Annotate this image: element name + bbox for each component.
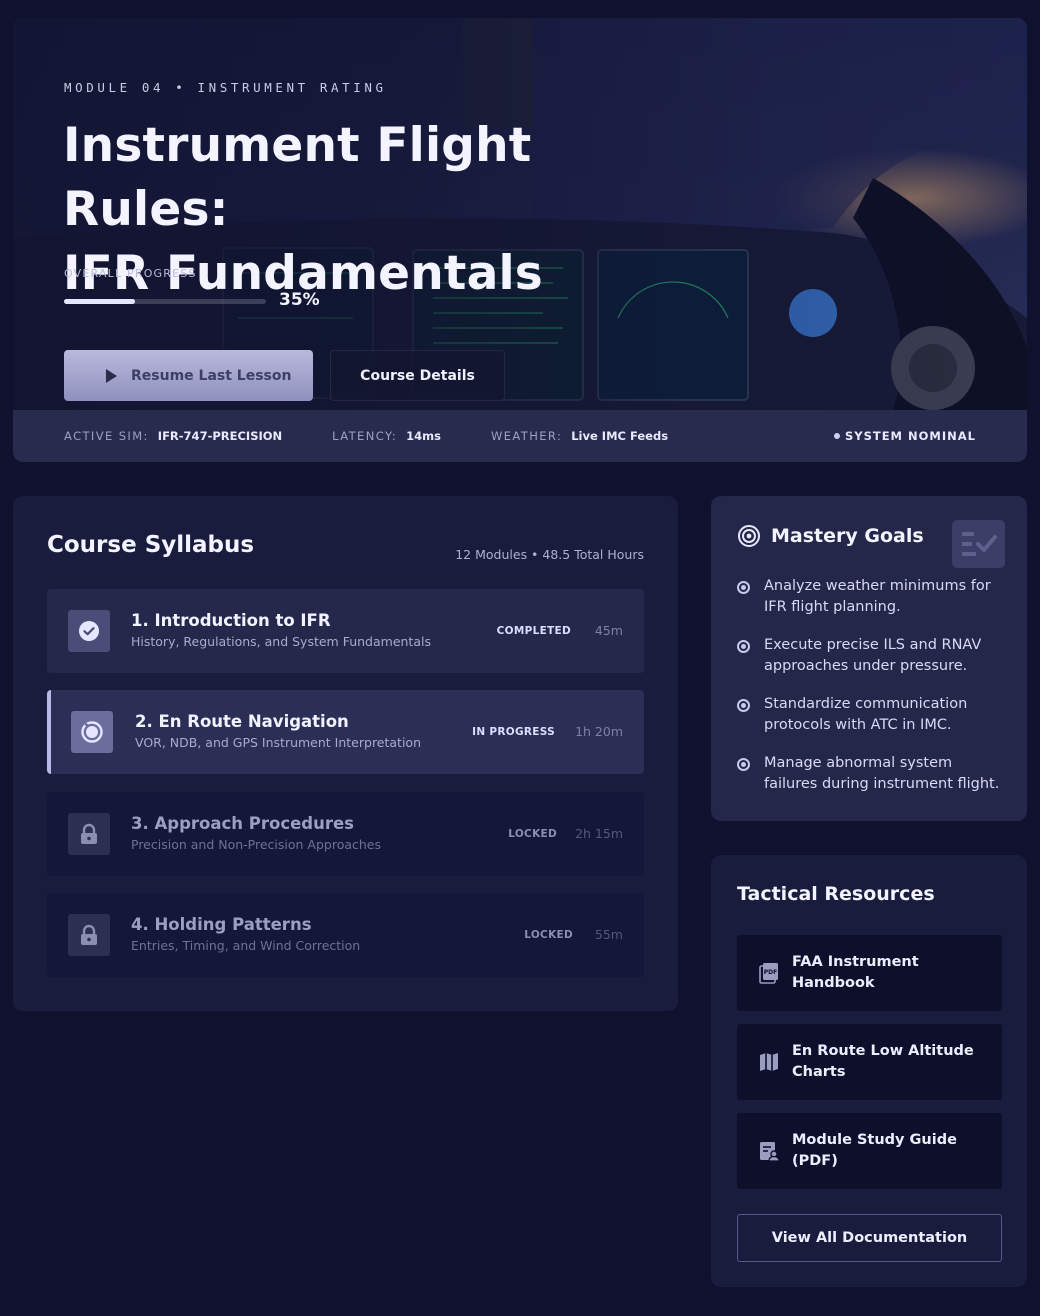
resource-label: FAA Instrument Handbook <box>792 954 919 991</box>
status-key: LATENCY: <box>332 429 398 443</box>
resource-item-study-guide[interactable]: Module Study Guide (PDF) <box>737 1113 1002 1189</box>
map-icon <box>760 1053 778 1071</box>
svg-text:PDF: PDF <box>764 969 777 976</box>
resume-lesson-label: Resume Last Lesson <box>131 367 292 384</box>
title-line-1: Instrument Flight Rules: <box>63 118 532 237</box>
progress-label: OVERALL PROGRESS <box>64 267 197 280</box>
module-name: 4. Holding Patterns <box>131 915 312 934</box>
mastery-title: Mastery Goals <box>771 525 924 547</box>
module-duration: 2h 15m <box>575 826 623 841</box>
lock-icon <box>68 813 110 855</box>
status-bar: ACTIVE SIM: IFR-747-PRECISION LATENCY: 1… <box>13 410 1027 462</box>
resources-title: Tactical Resources <box>737 883 935 905</box>
goal-item: Analyze weather minimums for IFR flight … <box>737 576 1007 618</box>
system-status-text: SYSTEM NOMINAL <box>844 429 976 443</box>
syllabus-meta: 12 Modules • 48.5 Total Hours <box>455 547 644 562</box>
module-row-1[interactable]: 1. Introduction to IFR History, Regulati… <box>47 589 644 673</box>
goal-item: Execute precise ILS and RNAV approaches … <box>737 635 1007 677</box>
pdf-icon: PDF <box>759 963 778 984</box>
hero-banner: MODULE 04 • INSTRUMENT RATING Instrument… <box>13 18 1027 462</box>
module-status-badge: COMPLETED <box>496 625 571 637</box>
radio-bullet-icon <box>737 758 750 771</box>
module-duration: 1h 20m <box>575 724 623 739</box>
radio-bullet-icon <box>737 640 750 653</box>
course-syllabus-panel: Course Syllabus 12 Modules • 48.5 Total … <box>13 496 678 1011</box>
module-subtitle: Entries, Timing, and Wind Correction <box>131 938 361 953</box>
progress-bar <box>64 299 266 304</box>
module-duration: 45m <box>594 623 623 638</box>
goal-text: Standardize communication protocols with… <box>764 696 968 733</box>
resource-label: En Route Low Altitude Charts <box>792 1043 974 1080</box>
module-subtitle: History, Regulations, and System Fundame… <box>131 634 431 649</box>
module-status-badge: LOCKED <box>524 929 573 941</box>
module-subtitle: Precision and Non-Precision Approaches <box>131 837 382 852</box>
module-text: 1. Introduction to IFR History, Regulati… <box>131 611 431 649</box>
status-key: ACTIVE SIM: <box>64 429 149 443</box>
module-name: 3. Approach Procedures <box>131 814 355 833</box>
syllabus-title: Course Syllabus <box>47 532 255 558</box>
goal-text: Analyze weather minimums for IFR flight … <box>764 578 991 615</box>
module-subtitle: VOR, NDB, and GPS Instrument Interpretat… <box>135 735 422 750</box>
status-latency: LATENCY: 14ms <box>332 429 441 443</box>
module-row-2[interactable]: 2. En Route Navigation VOR, NDB, and GPS… <box>47 690 644 774</box>
tactical-resources-panel: Tactical Resources PDF FAA Instrument Ha… <box>711 855 1027 1287</box>
view-all-documentation-button[interactable]: View All Documentation <box>737 1214 1002 1262</box>
mastery-goals-panel: Mastery Goals Analyze weather minimums f… <box>711 496 1027 821</box>
module-duration: 55m <box>594 927 623 942</box>
mastery-header: Mastery Goals <box>737 524 924 548</box>
resource-item-enroute-charts[interactable]: En Route Low Altitude Charts <box>737 1024 1002 1100</box>
course-details-button[interactable]: Course Details <box>330 350 505 401</box>
status-value: IFR-747-PRECISION <box>157 429 283 443</box>
status-key: WEATHER: <box>490 429 563 443</box>
goal-text: Execute precise ILS and RNAV approaches … <box>764 637 982 674</box>
resource-item-faa-handbook[interactable]: PDF FAA Instrument Handbook <box>737 935 1002 1011</box>
module-text: 4. Holding Patterns Entries, Timing, and… <box>131 915 360 953</box>
goal-item: Standardize communication protocols with… <box>737 694 1007 736</box>
radio-bullet-icon <box>737 581 750 594</box>
goal-item: Manage abnormal system failures during i… <box>737 753 1007 795</box>
module-row-4[interactable]: 4. Holding Patterns Entries, Timing, and… <box>47 893 644 977</box>
status-value: 14ms <box>406 429 441 443</box>
study-guide-icon <box>760 1142 780 1162</box>
checklist-icon <box>952 520 1005 568</box>
status-active-sim: ACTIVE SIM: IFR-747-PRECISION <box>64 429 282 443</box>
system-status-badge: SYSTEM NOMINAL <box>833 429 976 443</box>
target-icon <box>738 525 760 547</box>
module-text: 2. En Route Navigation VOR, NDB, and GPS… <box>135 712 421 750</box>
lock-icon <box>68 914 110 956</box>
module-status-badge: IN PROGRESS <box>472 726 555 738</box>
module-name: 1. Introduction to IFR <box>131 611 331 630</box>
progress-bar-fill <box>64 299 135 304</box>
module-text: 3. Approach Procedures Precision and Non… <box>131 814 381 852</box>
module-row-3[interactable]: 3. Approach Procedures Precision and Non… <box>47 792 644 876</box>
resume-lesson-button[interactable]: Resume Last Lesson <box>64 350 313 401</box>
progress-ring-icon <box>71 711 113 753</box>
resource-label: Module Study Guide (PDF) <box>792 1132 957 1169</box>
module-eyebrow: MODULE 04 • INSTRUMENT RATING <box>64 80 387 95</box>
module-status-badge: LOCKED <box>508 828 557 840</box>
check-icon <box>68 610 110 652</box>
status-weather: WEATHER: Live IMC Feeds <box>491 429 668 443</box>
radio-bullet-icon <box>737 699 750 712</box>
play-icon <box>106 368 117 383</box>
progress-value: 35% <box>279 290 320 310</box>
status-dot-icon <box>833 433 840 439</box>
module-name: 2. En Route Navigation <box>135 712 349 731</box>
goal-text: Manage abnormal system failures during i… <box>764 755 1000 792</box>
status-value: Live IMC Feeds <box>571 429 669 443</box>
